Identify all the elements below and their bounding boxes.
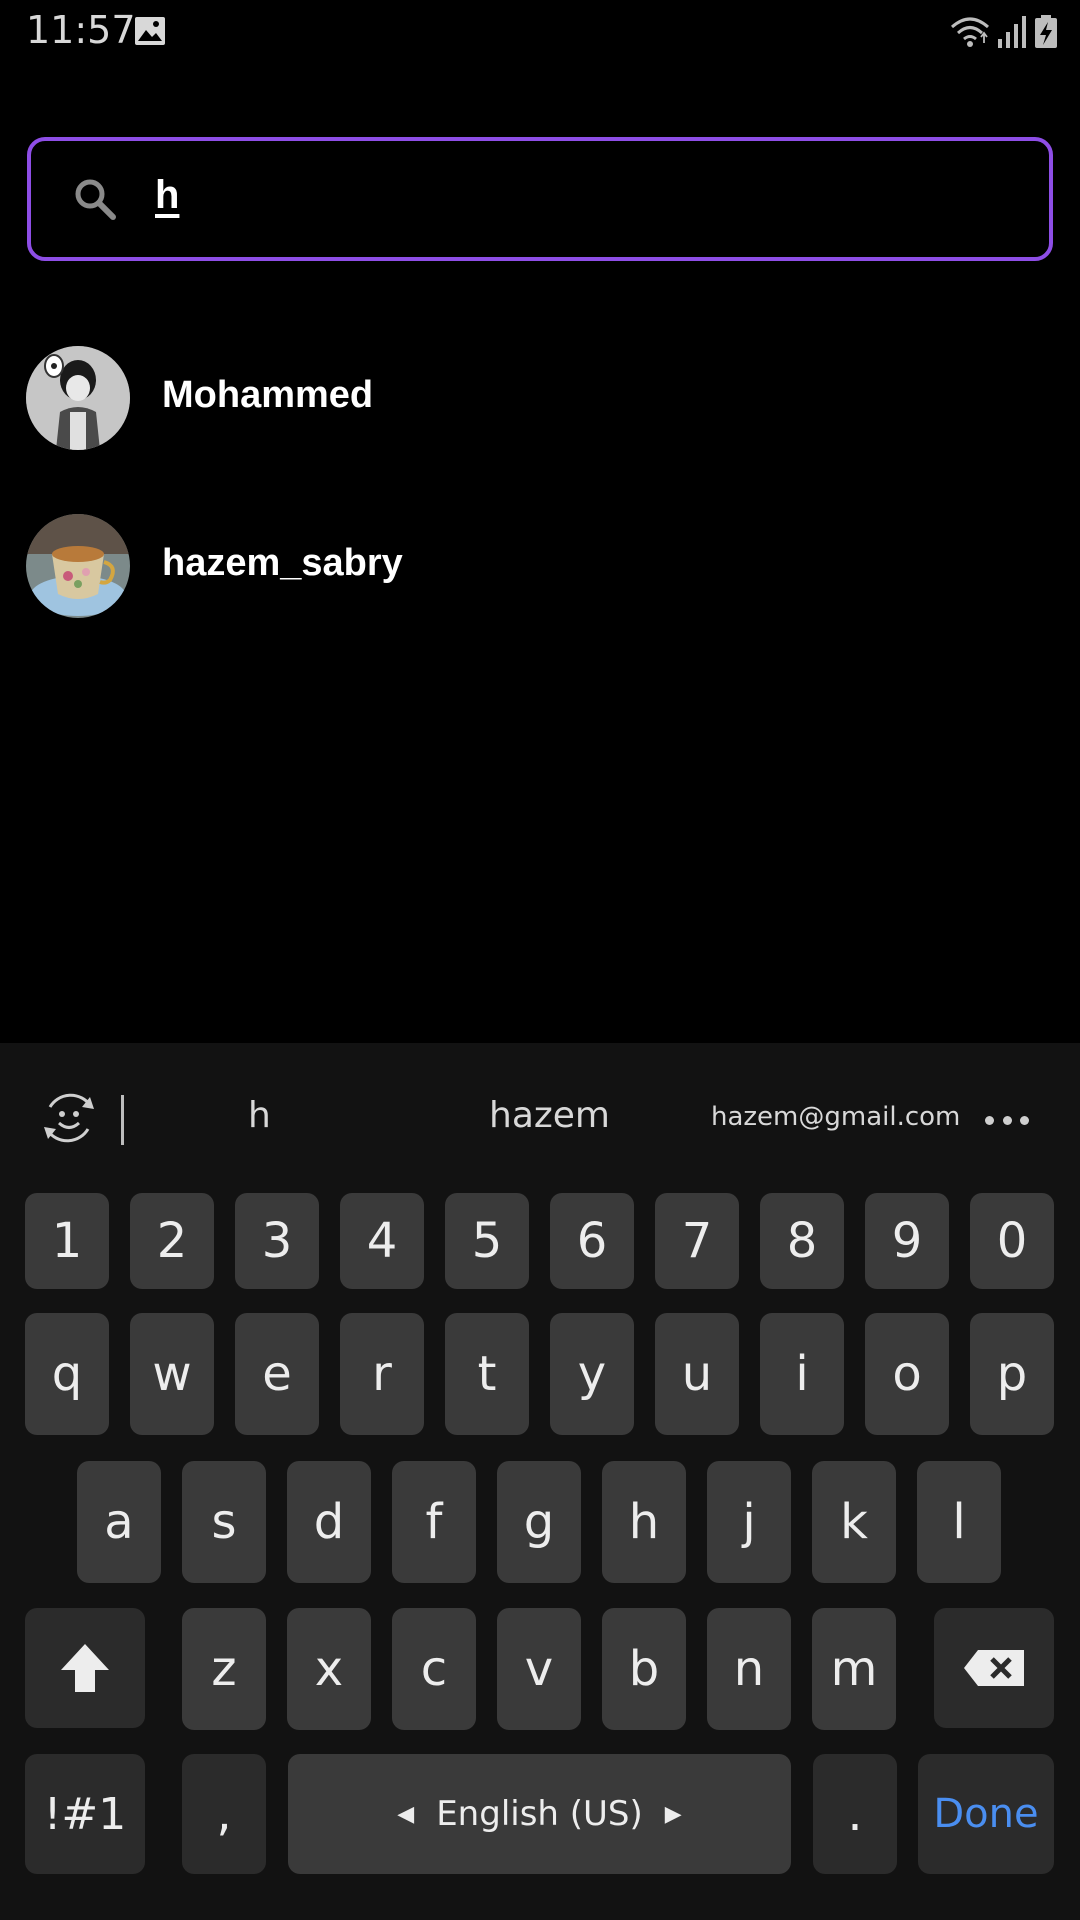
key-g[interactable]: g — [497, 1461, 581, 1583]
anime-character-avatar — [26, 346, 130, 450]
key-k[interactable]: k — [812, 1461, 896, 1583]
key-d[interactable]: d — [287, 1461, 371, 1583]
avatar — [26, 514, 130, 618]
language-right-icon: ▶ — [664, 1801, 682, 1827]
gallery-icon — [135, 17, 165, 45]
language-left-icon: ◀ — [397, 1801, 415, 1827]
suggestion-2[interactable]: hazem — [489, 1095, 610, 1136]
result-name[interactable]: Mohammed — [162, 374, 373, 417]
key-x[interactable]: x — [287, 1608, 371, 1730]
key-5[interactable]: 5 — [445, 1193, 529, 1289]
key-7[interactable]: 7 — [655, 1193, 739, 1289]
key-m[interactable]: m — [812, 1608, 896, 1730]
space-key[interactable]: ◀ English (US) ▶ — [288, 1754, 791, 1874]
status-time: 11:57 — [26, 8, 136, 52]
shift-key[interactable] — [25, 1608, 145, 1728]
key-v[interactable]: v — [497, 1608, 581, 1730]
symbols-key[interactable]: !#1 — [25, 1754, 145, 1874]
key-y[interactable]: y — [550, 1313, 634, 1435]
status-bar: 11:57 — [0, 0, 1080, 64]
suggestion-3[interactable]: hazem@gmail.com — [711, 1102, 960, 1132]
battery-charging-icon — [1035, 15, 1057, 48]
key-p[interactable]: p — [970, 1313, 1054, 1435]
key-z[interactable]: z — [182, 1608, 266, 1730]
key-e[interactable]: e — [235, 1313, 319, 1435]
teacup-avatar — [26, 514, 130, 618]
done-key[interactable]: Done — [918, 1754, 1054, 1874]
key-l[interactable]: l — [917, 1461, 1001, 1583]
key-u[interactable]: u — [655, 1313, 739, 1435]
key-h[interactable]: h — [602, 1461, 686, 1583]
key-j[interactable]: j — [707, 1461, 791, 1583]
suggestion-bar: h hazem hazem@gmail.com — [0, 1043, 1080, 1193]
key-a[interactable]: a — [77, 1461, 161, 1583]
shift-arrow-icon — [61, 1644, 109, 1692]
backspace-icon — [964, 1650, 1024, 1686]
space-label: English (US) — [436, 1794, 643, 1834]
key-4[interactable]: 4 — [340, 1193, 424, 1289]
avatar — [26, 346, 130, 450]
key-1[interactable]: 1 — [25, 1193, 109, 1289]
more-options-icon[interactable] — [985, 1113, 1029, 1127]
suggestion-1[interactable]: h — [248, 1095, 271, 1136]
list-item[interactable]: Mohammed — [0, 318, 1080, 478]
key-3[interactable]: 3 — [235, 1193, 319, 1289]
key-r[interactable]: r — [340, 1313, 424, 1435]
key-6[interactable]: 6 — [550, 1193, 634, 1289]
wifi-icon — [951, 17, 989, 47]
emoji-toggle-icon[interactable] — [40, 1089, 98, 1147]
key-c[interactable]: c — [392, 1608, 476, 1730]
suggestion-divider — [121, 1095, 124, 1145]
key-q[interactable]: q — [25, 1313, 109, 1435]
period-key[interactable]: . — [813, 1754, 897, 1874]
key-9[interactable]: 9 — [865, 1193, 949, 1289]
result-name[interactable]: hazem_sabry — [162, 542, 403, 585]
key-o[interactable]: o — [865, 1313, 949, 1435]
key-s[interactable]: s — [182, 1461, 266, 1583]
comma-key[interactable]: , — [182, 1754, 266, 1874]
status-icons — [950, 12, 1058, 52]
key-n[interactable]: n — [707, 1608, 791, 1730]
backspace-key[interactable] — [934, 1608, 1054, 1728]
key-w[interactable]: w — [130, 1313, 214, 1435]
key-8[interactable]: 8 — [760, 1193, 844, 1289]
key-b[interactable]: b — [602, 1608, 686, 1730]
key-0[interactable]: 0 — [970, 1193, 1054, 1289]
key-2[interactable]: 2 — [130, 1193, 214, 1289]
key-i[interactable]: i — [760, 1313, 844, 1435]
list-item[interactable]: hazem_sabry — [0, 486, 1080, 646]
key-t[interactable]: t — [445, 1313, 529, 1435]
search-value[interactable]: h — [155, 173, 179, 218]
key-f[interactable]: f — [392, 1461, 476, 1583]
on-screen-keyboard: h hazem hazem@gmail.com 1234567890 qwerty… — [0, 1043, 1080, 1920]
search-input[interactable]: h — [27, 137, 1053, 261]
search-icon — [75, 179, 116, 220]
signal-icon — [998, 16, 1026, 48]
